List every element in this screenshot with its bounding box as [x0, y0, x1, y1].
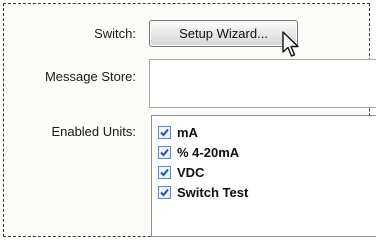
message-store-field[interactable] — [149, 59, 376, 108]
message-store-label: Message Store: — [44, 69, 136, 84]
unit-label: % 4-20mA — [177, 144, 240, 160]
checkmark-icon — [160, 148, 169, 156]
checkmark-icon — [160, 128, 169, 136]
enabled-units-list[interactable]: mA % 4-20mA VDC Switch Test — [151, 115, 376, 237]
unit-item-vdc[interactable]: VDC — [152, 162, 376, 182]
unit-checkbox-vdc[interactable] — [158, 165, 171, 179]
unit-label: Switch Test — [177, 184, 249, 200]
unit-item-switch-test[interactable]: Switch Test — [152, 182, 376, 202]
unit-checkbox-switch-test[interactable] — [158, 185, 171, 199]
unit-checkbox-4-20ma[interactable] — [158, 145, 171, 159]
setup-wizard-button[interactable]: Setup Wizard... — [149, 20, 298, 47]
enabled-units-label: Enabled Units: — [51, 124, 136, 139]
unit-checkbox-ma[interactable] — [158, 125, 171, 139]
unit-item-ma[interactable]: mA — [152, 122, 376, 142]
unit-label: VDC — [177, 164, 205, 180]
unit-label: mA — [177, 124, 198, 140]
arrow-pointer-icon — [282, 31, 299, 57]
checkmark-icon — [160, 168, 169, 176]
checkmark-icon — [160, 188, 169, 196]
settings-panel: Switch: Setup Wizard... Message Store: E… — [3, 3, 376, 237]
switch-label: Switch: — [94, 26, 136, 41]
unit-item-4-20ma[interactable]: % 4-20mA — [152, 142, 376, 162]
